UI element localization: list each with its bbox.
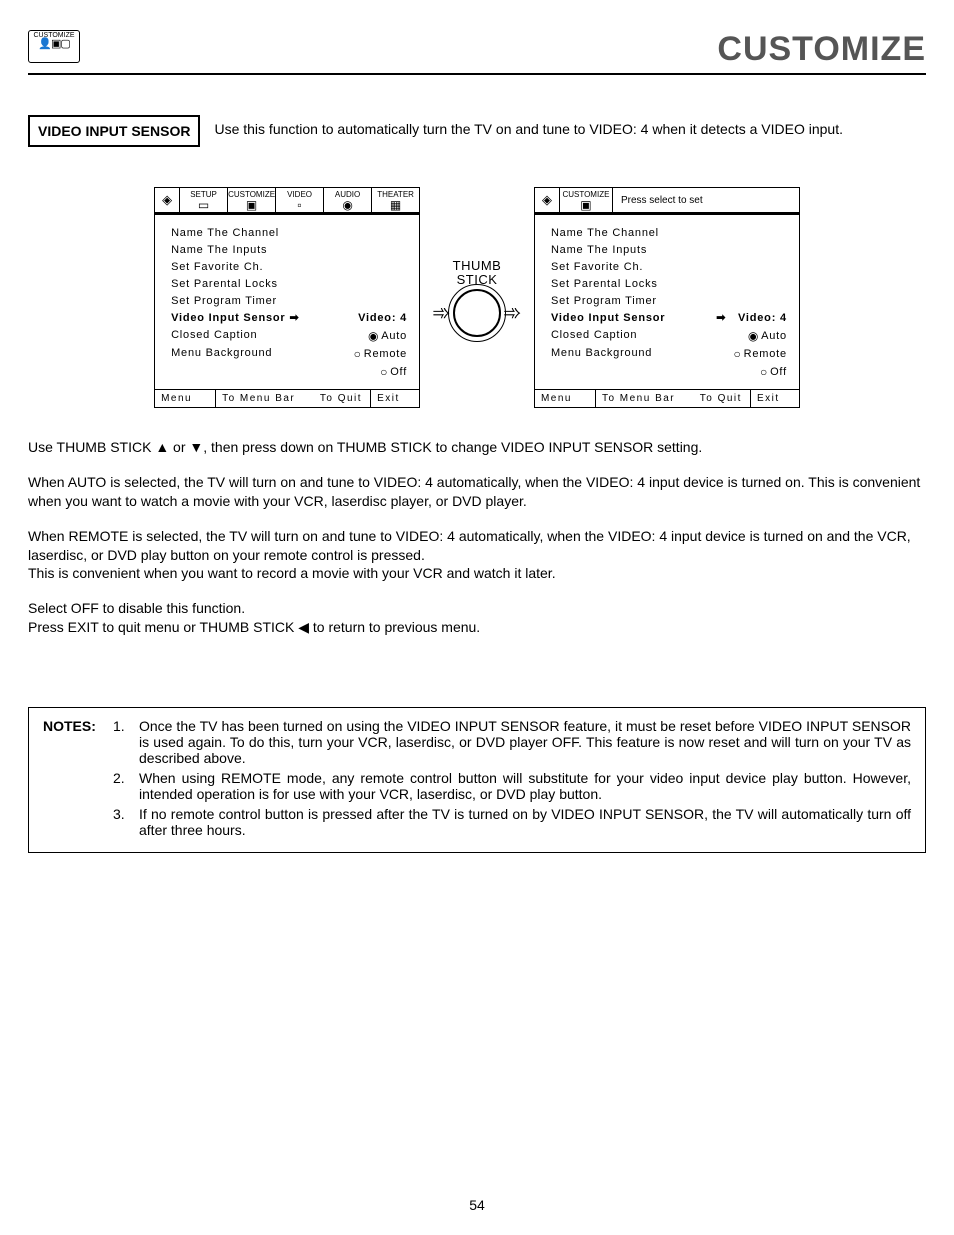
tab-customize: CUSTOMIZE▣ [560,188,613,212]
paragraph: Use THUMB STICK ▲ or ▼, then press down … [28,438,926,457]
notes-label: NOTES: [43,718,103,842]
osd-footer: Menu To Menu Bar To Quit Exit [535,389,799,407]
note-text: Once the TV has been turned on using the… [139,718,911,766]
thumb-stick-graphic: THUMBSTICK ➾ ➾ [432,259,522,337]
arrow-right-icon: ➡ [712,312,730,324]
radio-empty-icon: ○ [760,365,768,379]
tab-bar: ◈ CUSTOMIZE▣ Press select to set [535,188,799,215]
section-description: Use this function to automatically turn … [214,115,926,137]
radio-label: Remote [744,348,787,360]
section-label: VIDEO INPUT SENSOR [28,115,200,147]
radio-label: Off [390,366,407,378]
menu-item: Name The Channel [171,225,279,242]
menu-item: Closed Caption [551,327,637,345]
menu-item: Closed Caption [171,327,257,345]
note-text: When using REMOTE mode, any remote contr… [139,770,911,802]
radio-filled-icon: ◉ [748,329,759,343]
footer-menu: Menu [535,390,596,407]
radio-empty-icon: ○ [734,347,742,361]
title-rule [28,73,926,75]
selected-value: Video: 4 [738,312,787,324]
customize-tab-icon: CUSTOMIZE 👤▣▢ [28,30,80,63]
footer-tomenu: To Menu Bar [216,390,314,407]
menu-item: Set Parental Locks [551,276,658,293]
menu-item: Set Favorite Ch. [551,259,643,276]
tab-theater: THEATER▦ [372,188,419,212]
footer-toquit: To Quit [314,390,371,407]
nav-left-icon: ◈ [535,188,560,212]
radio-empty-icon: ○ [354,347,362,361]
paragraph: Select OFF to disable this function. Pre… [28,599,926,637]
menu-item: Name The Inputs [171,242,267,259]
menu-item-selected: Video Input Sensor [551,310,665,327]
radio-filled-icon: ◉ [368,329,379,343]
radio-label: Auto [761,330,787,342]
menu-item: Set Program Timer [171,293,277,310]
page-title: CUSTOMIZE [717,30,926,69]
tab-bar: ◈ SETUP▭ CUSTOMIZE▣ VIDEO▫ AUDIO◉ THEATE… [155,188,419,215]
selected-value: Video: 4 [358,310,407,327]
menu-item: Menu Background [171,345,272,363]
menu-item: Set Favorite Ch. [171,259,263,276]
footer-toquit: To Quit [694,390,751,407]
radio-label: Off [770,366,787,378]
radio-label: Remote [364,348,407,360]
menu-item: Set Program Timer [551,293,657,310]
arrow-right-icon: ➡ [286,312,304,324]
paragraph: When AUTO is selected, the TV will turn … [28,473,926,511]
footer-exit: Exit [371,390,419,407]
press-select-hint: Press select to set [613,188,799,212]
menu-item: Name The Channel [551,225,659,242]
menu-item-selected: Video Input Sensor [171,312,285,324]
footer-menu: Menu [155,390,216,407]
body-text: Use THUMB STICK ▲ or ▼, then press down … [28,438,926,637]
thumb-stick-icon [453,289,501,337]
osd-screen-right: ◈ CUSTOMIZE▣ Press select to set Name Th… [534,187,800,408]
tab-customize: CUSTOMIZE▣ [228,188,276,212]
radio-empty-icon: ○ [380,365,388,379]
icon-glyphs: 👤▣▢ [29,39,79,50]
menu-item: Menu Background [551,345,652,363]
menu-body: Name The Channel Name The Inputs Set Fav… [155,215,419,389]
footer-exit: Exit [751,390,799,407]
tab-audio: AUDIO◉ [324,188,372,212]
note-number: 2. [113,770,129,802]
notes-box: NOTES: 1.Once the TV has been turned on … [28,707,926,853]
note-number: 3. [113,806,129,838]
note-text: If no remote control button is pressed a… [139,806,911,838]
footer-tomenu: To Menu Bar [596,390,694,407]
menu-item: Set Parental Locks [171,276,278,293]
note-number: 1. [113,718,129,766]
page-number: 54 [0,1197,954,1213]
menu-item: Name The Inputs [551,242,647,259]
osd-screen-left: ◈ SETUP▭ CUSTOMIZE▣ VIDEO▫ AUDIO◉ THEATE… [154,187,420,408]
tab-video: VIDEO▫ [276,188,324,212]
nav-left-icon: ◈ [155,188,180,212]
paragraph: When REMOTE is selected, the TV will tur… [28,527,926,584]
menu-body: Name The Channel Name The Inputs Set Fav… [535,215,799,389]
osd-footer: Menu To Menu Bar To Quit Exit [155,389,419,407]
radio-label: Auto [381,330,407,342]
tab-setup: SETUP▭ [180,188,228,212]
